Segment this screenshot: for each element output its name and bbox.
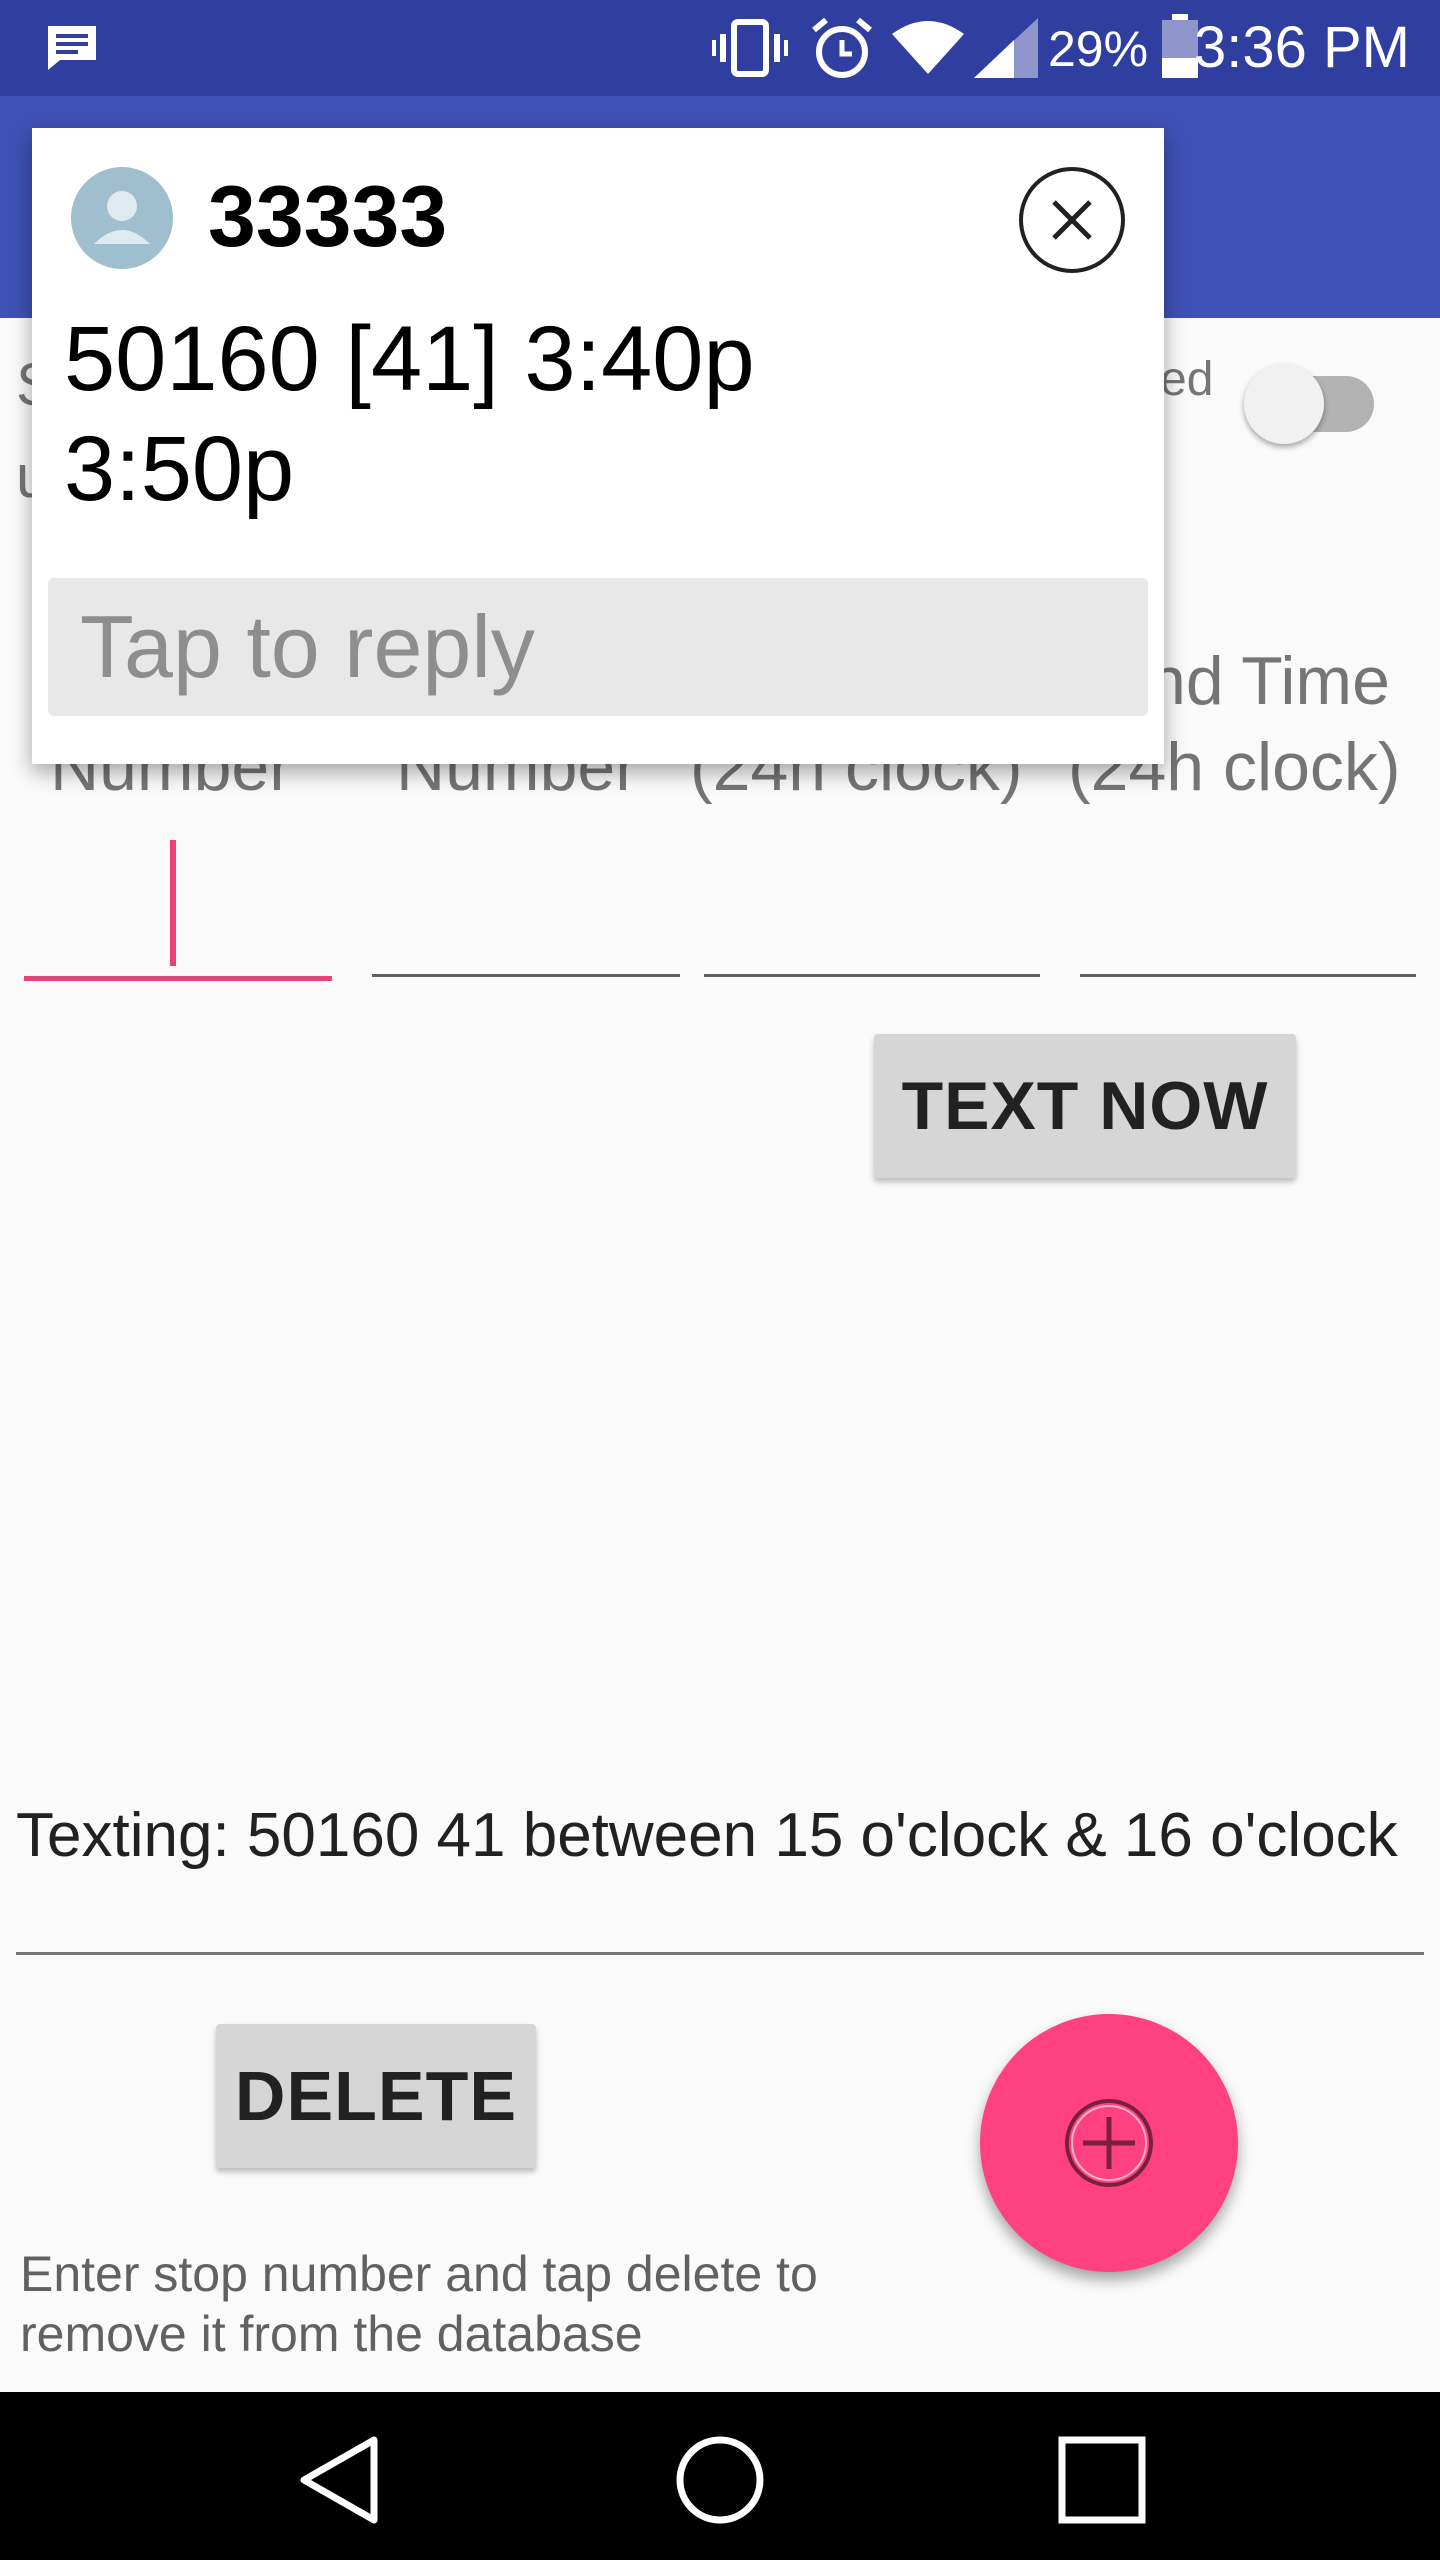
reply-input[interactable]: Tap to reply	[48, 578, 1148, 716]
divider	[16, 1952, 1424, 1955]
vibrate-icon	[712, 19, 788, 77]
message-text: 50160 [41] 3:40p 3:50p	[64, 308, 755, 520]
alarm-icon	[812, 17, 872, 78]
text-now-button[interactable]: TEXT NOW	[874, 1034, 1296, 1178]
toggle-label: ed	[1160, 353, 1214, 406]
input-underline	[704, 974, 1040, 977]
add-circle-icon	[1065, 2099, 1153, 2187]
delete-hint: Enter stop number and tap delete to remo…	[20, 2246, 818, 2362]
stop-number-input[interactable]	[24, 840, 332, 982]
add-fab[interactable]	[980, 2014, 1238, 2272]
col-label-end-time: nd Time	[1148, 643, 1390, 719]
signal-icon	[974, 18, 1038, 78]
start-time-input[interactable]	[704, 840, 1040, 982]
end-time-input[interactable]	[1080, 840, 1416, 982]
sms-popup: 33333 50160 [41] 3:40p 3:50p Tap to repl…	[32, 128, 1164, 764]
battery-percent: 29%	[1048, 21, 1149, 77]
navigation-bar	[0, 2392, 1440, 2560]
input-underline	[24, 976, 332, 981]
wifi-icon	[892, 21, 964, 74]
input-underline	[1080, 974, 1416, 977]
route-number-input[interactable]	[372, 840, 680, 982]
delete-button[interactable]: DELETE	[216, 2024, 536, 2168]
back-icon[interactable]	[296, 2434, 380, 2526]
texting-status: Texting: 50160 41 between 15 o'clock & 1…	[16, 1801, 1398, 1870]
message-icon	[48, 26, 96, 70]
close-icon[interactable]	[1018, 166, 1126, 274]
home-icon[interactable]	[674, 2434, 766, 2526]
clock: 3:36 PM	[1194, 15, 1410, 80]
text-cursor	[170, 840, 176, 966]
recents-icon[interactable]	[1058, 2436, 1146, 2524]
input-underline	[372, 974, 680, 977]
status-bar: 29% 3:36 PM	[0, 0, 1440, 96]
contact-avatar-icon	[71, 167, 173, 269]
sender-name: 33333	[208, 169, 448, 265]
schedule-toggle-thumb[interactable]	[1244, 364, 1324, 444]
